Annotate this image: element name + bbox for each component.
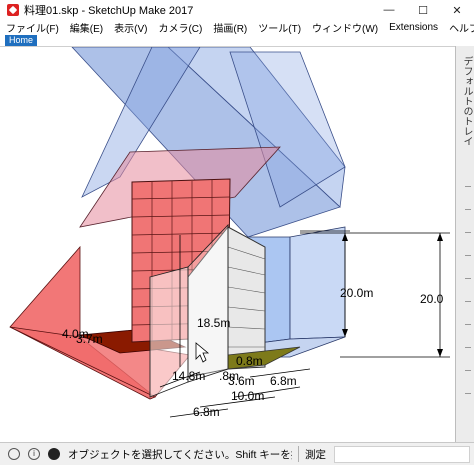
menu-window[interactable]: ウィンドウ(W) bbox=[306, 20, 383, 35]
toolbar-tab-strip: Home bbox=[0, 35, 474, 46]
title-bar: 料理01.skp - SketchUp Make 2017 — ☐ ✕ bbox=[0, 0, 474, 20]
white-wall-side bbox=[227, 226, 266, 370]
menu-draw[interactable]: 描画(R) bbox=[207, 20, 252, 35]
measurements-input[interactable] bbox=[334, 445, 470, 463]
maximize-button[interactable]: ☐ bbox=[406, 0, 440, 20]
measurements-label: 測定 bbox=[305, 448, 326, 461]
blue-box-side bbox=[289, 226, 346, 340]
dim-width-a: 3.6m bbox=[228, 374, 255, 388]
dim-left-b: 3.7m bbox=[76, 332, 103, 346]
menu-edit[interactable]: 編集(E) bbox=[64, 20, 108, 35]
dim-small-b: 0.8m bbox=[236, 354, 263, 368]
dim-depth-front: 14.8m bbox=[172, 369, 205, 383]
menu-help[interactable]: ヘルプ(H) bbox=[443, 20, 474, 35]
info-icon[interactable]: i bbox=[28, 448, 40, 460]
status-separator bbox=[298, 446, 299, 462]
geo-location-icon[interactable] bbox=[8, 448, 20, 460]
home-tab[interactable]: Home bbox=[5, 35, 38, 46]
window-title: 料理01.skp - SketchUp Make 2017 bbox=[24, 5, 194, 17]
dim-right-height: 20.0 bbox=[420, 292, 444, 306]
model-viewport[interactable]: 4.0m 3.7m 18.5m 14.8m .8m 0.8m 3.6m 6.8m… bbox=[0, 46, 455, 442]
status-message: オブジェクトを選択してください。Shift キーを押したまま... bbox=[68, 448, 292, 461]
dim-width-b: 6.8m bbox=[270, 374, 297, 388]
dim-height-mid: 18.5m bbox=[197, 316, 230, 330]
status-bar: i オブジェクトを選択してください。Shift キーを押したまま... 測定 bbox=[0, 442, 474, 465]
user-icon[interactable] bbox=[48, 448, 60, 460]
menu-tools[interactable]: ツール(T) bbox=[252, 20, 306, 35]
dim-width-d: 6.8m bbox=[193, 405, 220, 419]
tray-ruler bbox=[465, 186, 471, 426]
menu-camera[interactable]: カメラ(C) bbox=[152, 20, 207, 35]
default-tray[interactable]: デフォルトのトレイ bbox=[455, 46, 474, 442]
menu-view[interactable]: 表示(V) bbox=[108, 20, 152, 35]
model-drawing: 4.0m 3.7m 18.5m 14.8m .8m 0.8m 3.6m 6.8m… bbox=[9, 47, 450, 419]
dim-right-height-m: 20.0m bbox=[340, 286, 373, 300]
menu-extensions[interactable]: Extensions bbox=[383, 22, 443, 33]
minimize-button[interactable]: — bbox=[372, 0, 406, 20]
window-controls: — ☐ ✕ bbox=[372, 0, 474, 20]
sketchup-app-icon bbox=[7, 4, 19, 16]
menu-bar: ファイル(F) 編集(E) 表示(V) カメラ(C) 描画(R) ツール(T) … bbox=[0, 20, 474, 35]
dim-width-c: 10.0m bbox=[231, 389, 264, 403]
close-button[interactable]: ✕ bbox=[440, 0, 474, 20]
menu-file[interactable]: ファイル(F) bbox=[0, 20, 64, 35]
tray-label[interactable]: デフォルトのトレイ bbox=[459, 56, 474, 146]
